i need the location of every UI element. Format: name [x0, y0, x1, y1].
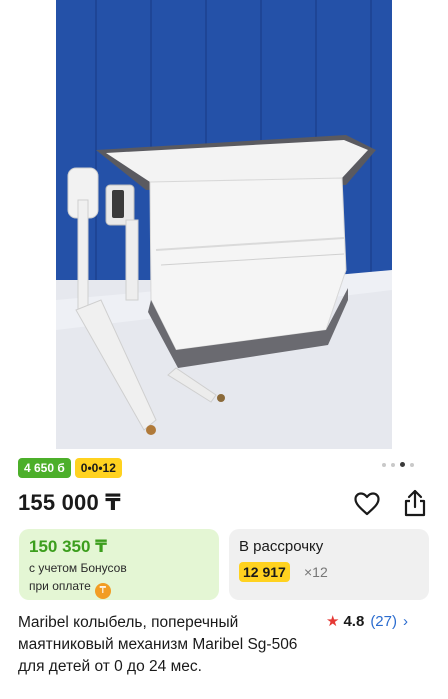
share-button[interactable] — [400, 487, 430, 519]
bonus-note-line1: с учетом Бонусов — [29, 561, 127, 575]
installment-badge: 0•0•12 — [74, 458, 122, 478]
favorite-button[interactable] — [352, 489, 382, 519]
carousel-indicator — [382, 462, 414, 467]
bonus-note-line2: при оплате ₸ — [29, 577, 179, 599]
bonus-note: с учетом Бонусов при оплате ₸ — [29, 559, 179, 599]
rating-value: 4.8 — [343, 612, 365, 630]
installment-times: ×12 — [304, 564, 328, 580]
badges-row: 4 650 б 0•0•12 — [18, 458, 122, 478]
heart-icon — [354, 492, 380, 516]
carousel-dot[interactable] — [391, 462, 395, 467]
rating-link[interactable]: ★ 4.8 (27) › — [326, 612, 408, 631]
review-count[interactable]: (27) — [370, 613, 397, 630]
bonus-price-card[interactable]: 150 350 ₸ с учетом Бонусов при оплате ₸ — [19, 529, 219, 600]
product-title: Maribel колыбель, поперечный маятниковый… — [18, 614, 298, 675]
installment-title: В рассрочку — [239, 538, 324, 555]
installment-card[interactable]: В рассрочку 12 917 ×12 — [229, 529, 429, 600]
installment-amount: 12 917 — [239, 562, 290, 582]
bonus-badge: 4 650 б — [18, 458, 71, 478]
product-price: 155 000 ₸ — [18, 490, 121, 515]
carousel-dot-active[interactable] — [400, 462, 405, 467]
bonus-price: 150 350 ₸ — [29, 537, 108, 556]
carousel-dot[interactable] — [382, 462, 386, 467]
share-icon — [404, 489, 426, 517]
coin-icon: ₸ — [94, 583, 111, 599]
star-icon: ★ — [326, 613, 340, 630]
carousel-dot[interactable] — [410, 462, 414, 467]
product-image[interactable] — [56, 0, 392, 449]
chevron-right-icon: › — [403, 612, 408, 630]
